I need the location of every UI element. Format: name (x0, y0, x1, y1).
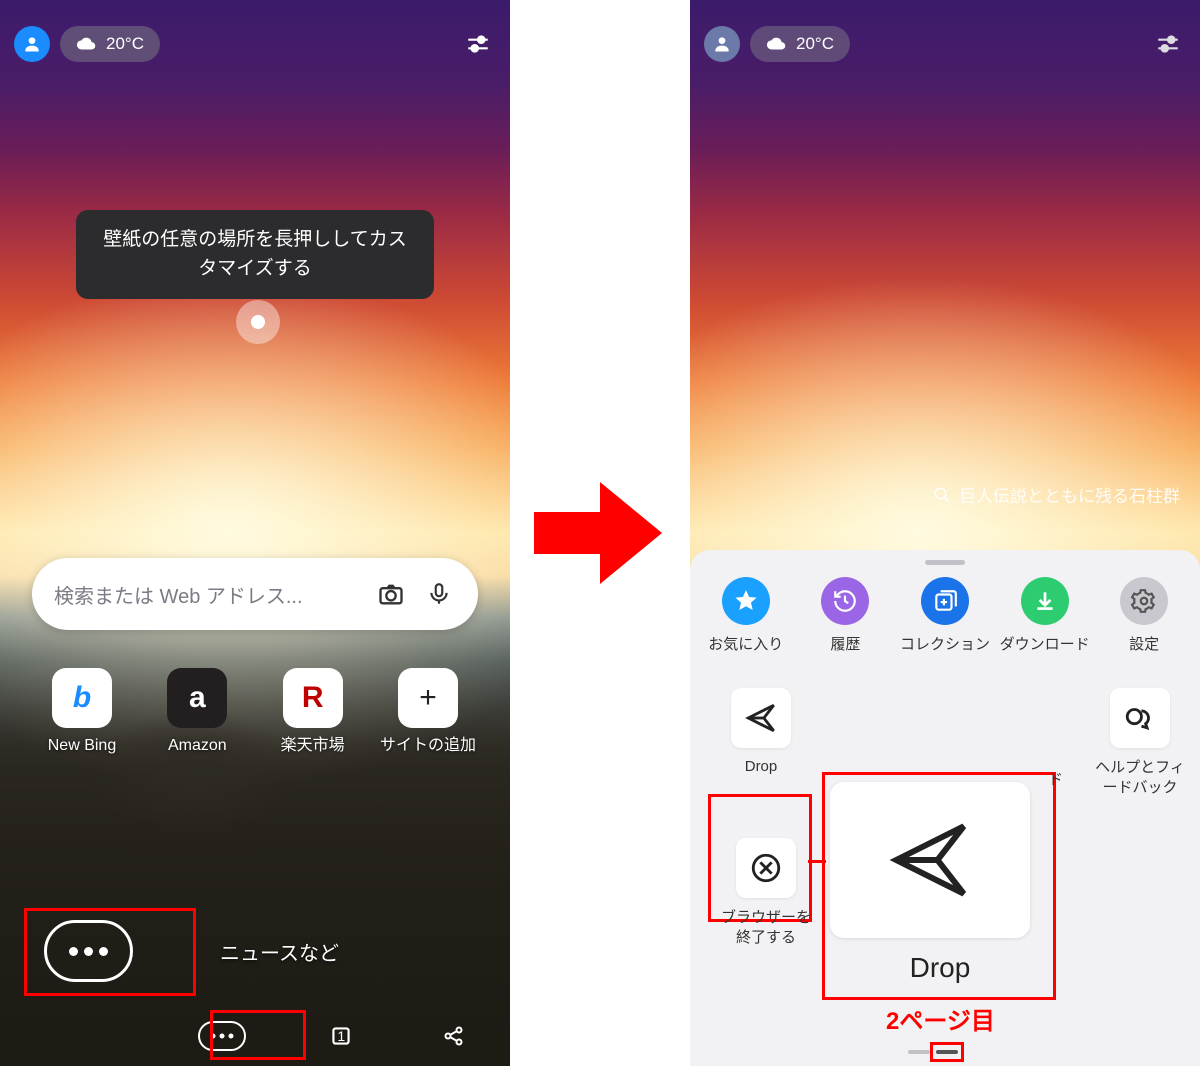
menu-item-label: ブラウザーを終了する (716, 908, 816, 947)
menu-item-label: ダウンロード (999, 633, 1091, 654)
menu-item-label: お気に入り (700, 633, 792, 654)
menu-item-label: コレクション (899, 633, 991, 654)
collection-icon (932, 588, 958, 614)
right-phone-screen: 20°C 巨人伝説とともに残る石柱群 お気に入り 履歴 コレクション (690, 0, 1200, 1066)
weather-pill[interactable]: 20°C (750, 26, 850, 62)
star-icon (733, 588, 759, 614)
news-label: ニュースなど (220, 937, 339, 966)
annotation-page-label: 2ページ目 (886, 1001, 995, 1036)
sheet-drag-handle[interactable] (925, 560, 965, 565)
tooltip-text: 壁紙の任意の場所を長押ししてカスタマイズする (103, 229, 406, 279)
page-dot (908, 1050, 930, 1054)
quicklink-label: Amazon (147, 736, 247, 757)
weather-pill[interactable]: 20°C (60, 26, 160, 62)
menu-item-history[interactable]: 履歴 (799, 577, 891, 654)
sheet-quick-actions: お気に入り 履歴 コレクション ダウンロード 設定 (690, 571, 1200, 654)
annotation-highlight (930, 1042, 964, 1062)
cloud-icon (766, 33, 788, 55)
sliders-icon (465, 31, 491, 57)
tab-count: 1 (337, 1028, 345, 1044)
quick-links-row: b New Bing a Amazon R 楽天市場 + サイトの追加 (32, 668, 478, 757)
close-circle-icon (749, 851, 783, 885)
search-icon (933, 486, 951, 504)
menu-item-exit-browser[interactable]: ブラウザーを終了する (716, 838, 816, 947)
amazon-glyph: a (189, 681, 206, 715)
send-icon (744, 701, 778, 735)
search-bar[interactable]: 検索または Web アドレス... (32, 558, 478, 630)
page-settings-button[interactable] (1150, 26, 1186, 62)
temperature-label: 20°C (796, 34, 834, 54)
camera-icon (377, 580, 405, 608)
sliders-icon (1155, 31, 1181, 57)
search-placeholder: 検索または Web アドレス... (54, 580, 360, 609)
cloud-icon (76, 33, 98, 55)
wallpaper[interactable] (0, 0, 510, 1066)
menu-item-label: ヘルプとフィードバック (1090, 758, 1190, 797)
profile-avatar[interactable] (704, 26, 740, 62)
annotation-highlight (24, 908, 196, 996)
gear-icon (1131, 588, 1157, 614)
share-icon (442, 1024, 466, 1048)
voice-search-button[interactable] (422, 577, 456, 611)
temperature-label: 20°C (106, 34, 144, 54)
quicklink-label: New Bing (32, 736, 132, 757)
quicklink-new-bing[interactable]: b New Bing (32, 668, 132, 757)
quicklink-amazon[interactable]: a Amazon (147, 668, 247, 757)
menu-item-label: Drop (716, 758, 806, 775)
annotation-highlight (210, 1010, 306, 1060)
menu-item-drop[interactable]: Drop (716, 688, 806, 775)
menu-item-collections[interactable]: コレクション (899, 577, 991, 654)
history-icon (832, 588, 858, 614)
person-icon (712, 34, 732, 54)
search-hint-text: 巨人伝説とともに残る石柱群 (959, 482, 1180, 507)
annotation-arrow (534, 478, 662, 588)
page-settings-button[interactable] (460, 26, 496, 62)
bing-glyph: b (73, 681, 91, 715)
quicklink-label: 楽天市場 (263, 736, 363, 757)
camera-search-button[interactable] (374, 577, 408, 611)
tabs-button[interactable]: 1 (324, 1019, 358, 1053)
menu-item-label: 設定 (1098, 633, 1190, 654)
customize-tooltip: 壁紙の任意の場所を長押ししてカスタマイズする (76, 210, 434, 299)
chat-help-icon (1123, 701, 1157, 735)
annotation-highlight (822, 772, 1056, 1000)
plus-glyph: + (419, 681, 437, 715)
rakuten-glyph: R (302, 681, 324, 715)
quicklink-add-site[interactable]: + サイトの追加 (378, 668, 478, 757)
menu-item-settings[interactable]: 設定 (1098, 577, 1190, 654)
quicklink-rakuten[interactable]: R 楽天市場 (263, 668, 363, 757)
person-icon (22, 34, 42, 54)
share-button[interactable] (437, 1019, 471, 1053)
top-bar: 20°C (704, 22, 1186, 66)
menu-item-label-truncated: ド (1048, 768, 1063, 789)
left-phone-screen: 20°C 壁紙の任意の場所を長押ししてカスタマイズする 検索または Web アド… (0, 0, 510, 1066)
menu-item-help[interactable]: ヘルプとフィードバック (1090, 688, 1190, 797)
quicklink-label: サイトの追加 (378, 736, 478, 757)
menu-item-downloads[interactable]: ダウンロード (999, 577, 1091, 654)
sheet-tools-grid: Drop Drop ド ヘルプとフィードバック ブラウザーを終了する (690, 654, 1200, 974)
mic-icon (426, 581, 452, 607)
menu-item-favorites[interactable]: お気に入り (700, 577, 792, 654)
profile-avatar[interactable] (14, 26, 50, 62)
download-icon (1032, 588, 1058, 614)
pulse-indicator (236, 300, 280, 344)
menu-item-label: 履歴 (799, 633, 891, 654)
overflow-menu-sheet: お気に入り 履歴 コレクション ダウンロード 設定 D (690, 550, 1200, 1066)
top-bar: 20°C (14, 22, 496, 66)
image-caption-search[interactable]: 巨人伝説とともに残る石柱群 (933, 482, 1180, 507)
